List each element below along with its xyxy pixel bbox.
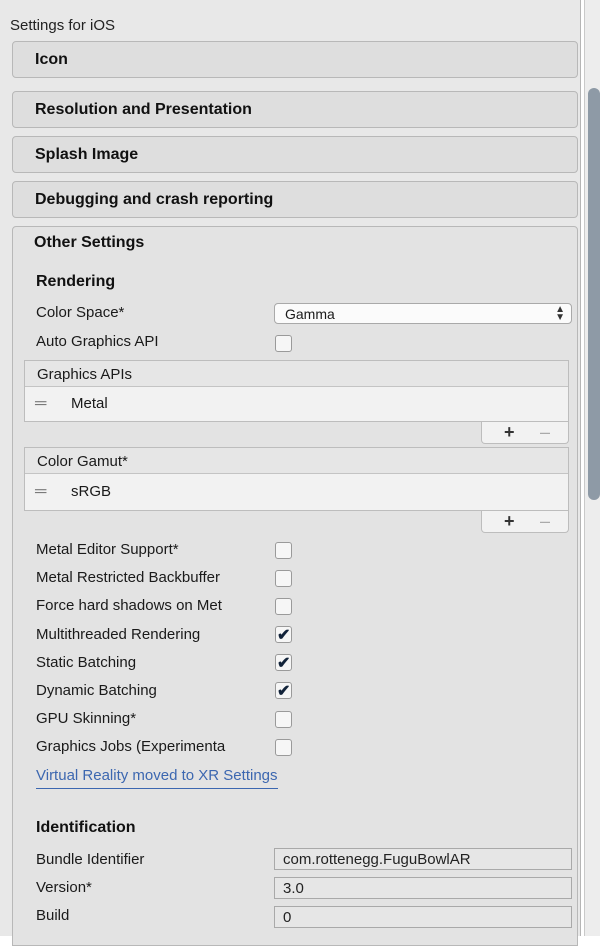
multithreaded-rendering-label: Multithreaded Rendering xyxy=(36,626,201,643)
metal-restricted-backbuffer-label: Metal Restricted Backbuffer xyxy=(36,569,220,586)
scrollbar-thumb[interactable] xyxy=(588,88,600,500)
checkmark-icon: ✔ xyxy=(277,683,291,700)
auto-graphics-checkbox[interactable] xyxy=(275,335,292,352)
rendering-heading: Rendering xyxy=(36,273,116,290)
add-icon[interactable]: + xyxy=(504,422,515,443)
dynamic-batching-label: Dynamic Batching xyxy=(36,682,157,699)
color-gamut-header: Color Gamut* xyxy=(25,448,568,474)
section-debugging-label: Debugging and crash reporting xyxy=(35,191,274,208)
section-icon[interactable]: Icon xyxy=(12,41,578,78)
graphics-api-item: Metal xyxy=(71,395,108,412)
version-field[interactable]: 3.0 xyxy=(274,877,572,899)
graphics-apis-title: Graphics APIs xyxy=(37,366,133,383)
vr-settings-link[interactable]: Virtual Reality moved to XR Settings xyxy=(36,767,278,789)
checkmark-icon: ✔ xyxy=(277,655,291,672)
static-batching-label: Static Batching xyxy=(36,654,137,671)
force-hard-shadows-checkbox[interactable] xyxy=(275,598,292,615)
metal-editor-support-checkbox[interactable] xyxy=(275,542,292,559)
section-debugging[interactable]: Debugging and crash reporting xyxy=(12,181,578,218)
build-field[interactable]: 0 xyxy=(274,906,572,928)
build-label: Build xyxy=(36,907,70,924)
version-value: 3.0 xyxy=(283,880,304,897)
color-space-label: Color Space* xyxy=(36,304,125,321)
remove-icon[interactable]: – xyxy=(540,511,550,532)
section-resolution-label: Resolution and Presentation xyxy=(35,101,252,118)
color-gamut-add-remove: + – xyxy=(481,511,569,533)
section-resolution[interactable]: Resolution and Presentation xyxy=(12,91,578,128)
color-gamut-item: sRGB xyxy=(71,483,112,500)
static-batching-checkbox[interactable]: ✔ xyxy=(275,654,292,672)
metal-restricted-backbuffer-checkbox[interactable] xyxy=(275,570,292,587)
bundle-identifier-field[interactable]: com.rottenegg.FuguBowlAR xyxy=(274,848,572,870)
graphics-apis-add-remove: + – xyxy=(481,422,569,444)
panel-title: Settings for iOS xyxy=(10,17,116,34)
force-hard-shadows-label: Force hard shadows on Met xyxy=(36,597,222,614)
color-space-dropdown[interactable]: Gamma ▲ ▼ xyxy=(274,303,572,324)
identification-heading: Identification xyxy=(36,819,136,836)
add-icon[interactable]: + xyxy=(504,511,515,532)
multithreaded-rendering-checkbox[interactable]: ✔ xyxy=(275,626,292,644)
gpu-skinning-checkbox[interactable] xyxy=(275,711,292,728)
auto-graphics-label: Auto Graphics API xyxy=(36,333,159,350)
bundle-identifier-value: com.rottenegg.FuguBowlAR xyxy=(283,851,471,868)
drag-handle-icon[interactable]: ═ xyxy=(35,395,46,413)
dropdown-arrows-icon: ▲ ▼ xyxy=(555,304,565,323)
section-splash-label: Splash Image xyxy=(35,146,139,163)
metal-editor-support-label: Metal Editor Support* xyxy=(36,541,179,558)
checkmark-icon: ✔ xyxy=(277,627,291,644)
graphics-apis-header: Graphics APIs xyxy=(25,361,568,387)
color-space-value: Gamma xyxy=(285,306,335,322)
section-icon-label: Icon xyxy=(35,51,68,68)
build-value: 0 xyxy=(283,909,292,926)
graphics-apis-list: Graphics APIs ═ Metal xyxy=(24,360,569,422)
remove-icon[interactable]: – xyxy=(540,422,550,443)
graphics-jobs-label: Graphics Jobs (Experimenta xyxy=(36,738,226,755)
section-splash-image[interactable]: Splash Image xyxy=(12,136,578,173)
drag-handle-icon[interactable]: ═ xyxy=(35,483,46,501)
gpu-skinning-label: GPU Skinning* xyxy=(36,710,137,727)
bundle-identifier-label: Bundle Identifier xyxy=(36,851,145,868)
graphics-jobs-checkbox[interactable] xyxy=(275,739,292,756)
dynamic-batching-checkbox[interactable]: ✔ xyxy=(275,682,292,700)
color-gamut-list: Color Gamut* ═ sRGB xyxy=(24,447,569,511)
color-gamut-title: Color Gamut* xyxy=(37,453,128,470)
player-settings-panel: Settings for iOS Icon Resolution and Pre… xyxy=(0,0,581,946)
section-other-label[interactable]: Other Settings xyxy=(34,234,144,252)
version-label: Version* xyxy=(36,879,92,896)
